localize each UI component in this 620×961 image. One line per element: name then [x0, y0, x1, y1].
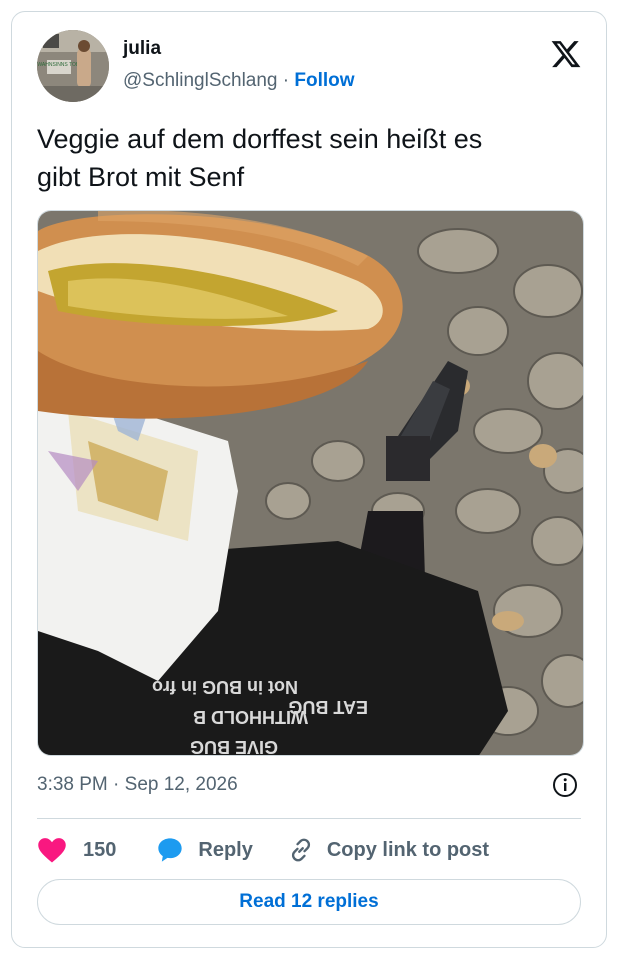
read-replies-button[interactable]: Read 12 replies [37, 879, 581, 925]
link-icon [291, 838, 310, 862]
like-button[interactable]: 150 [37, 836, 116, 864]
copy-link-button[interactable]: Copy link to post [287, 836, 489, 864]
reply-label: Reply [198, 838, 253, 861]
heart-icon [38, 838, 66, 863]
action-bar: 150 Reply Copy link to post [37, 832, 489, 868]
like-count: 150 [83, 838, 117, 861]
x-logo-icon[interactable] [550, 38, 582, 70]
reply-button[interactable]: Reply [156, 836, 253, 864]
reply-bubble-icon [158, 838, 183, 862]
info-icon[interactable] [552, 772, 578, 798]
author-handle-row: @SchlinglSchlang · Follow [123, 70, 355, 92]
copy-link-label: Copy link to post [326, 838, 490, 861]
tweet-photo[interactable]: Not in BUG in fro WITHHOLD B GIVE BUG EA… [37, 210, 584, 756]
skirt-text-4: EAT BUG [288, 697, 368, 717]
separator-dot: · [282, 70, 290, 91]
author-handle[interactable]: @SchlinglSchlang [123, 70, 278, 91]
skirt-text-3: GIVE BUG [190, 737, 278, 756]
tweet-text-line-2: gibt Brot mit Senf [37, 162, 245, 192]
tweet-card: WAHNSINNS TOBI julia @SchlinglSchlang · … [11, 11, 607, 948]
avatar-sign-text: WAHNSINNS TOBI [37, 62, 80, 68]
tweet-text: Veggie auf dem dorffest sein heißt es gi… [37, 120, 577, 196]
avatar[interactable]: WAHNSINNS TOBI [37, 30, 109, 102]
skirt-text-1: Not in BUG in fro [152, 677, 298, 697]
tweet-text-line-1: Veggie auf dem dorffest sein heißt es [37, 124, 483, 154]
divider [37, 818, 581, 819]
tweet-timestamp[interactable]: 3:38 PM · Sep 12, 2026 [37, 774, 238, 796]
author-name[interactable]: julia [123, 38, 161, 60]
follow-button[interactable]: Follow [294, 70, 354, 91]
